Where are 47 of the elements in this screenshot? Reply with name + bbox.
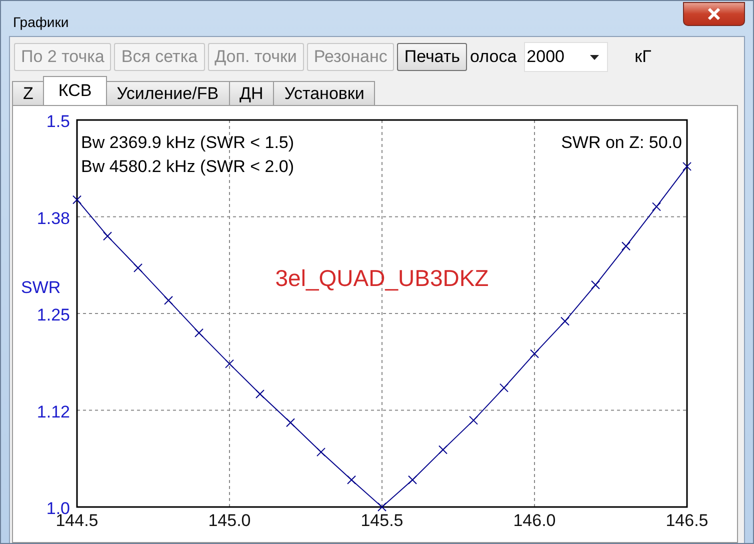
tab[interactable]: Усиление/FB	[106, 81, 230, 105]
y-tick-label: 1.12	[36, 402, 70, 422]
y-axis-label: SWR	[21, 278, 61, 297]
data-point-marker	[530, 349, 539, 358]
data-point-marker	[164, 296, 173, 305]
y-tick-label: 1.38	[36, 208, 70, 228]
close-icon	[706, 7, 722, 21]
data-point-marker	[408, 475, 417, 484]
toolbar-button[interactable]: Печать	[397, 43, 468, 71]
tab[interactable]: Z	[12, 81, 44, 105]
data-point-marker	[194, 328, 204, 338]
y-tick-label: 1.5	[46, 112, 70, 131]
data-point-marker	[256, 390, 264, 398]
data-point-marker	[500, 383, 508, 392]
close-button[interactable]	[683, 2, 745, 26]
data-point-marker	[316, 448, 326, 457]
y-tick-label: 1.25	[36, 306, 70, 324]
data-point-marker	[438, 445, 448, 454]
band-dropdown[interactable]: 2000	[524, 42, 608, 72]
caret-icon	[590, 54, 599, 60]
bandwidth-info: Bw 2369.9 kHz (SWR < 1.5)	[81, 133, 294, 152]
bandwidth-info: Bw 4580.2 kHz (SWR < 2.0)	[81, 157, 294, 176]
data-point-marker	[591, 280, 600, 290]
antenna-name: 3el_QUAD_UB3DKZ	[275, 265, 489, 291]
unit-label: кГ	[634, 47, 652, 67]
x-tick-label: 145.5	[360, 511, 404, 530]
tab[interactable]: ДН	[228, 81, 274, 105]
tab[interactable]: КСВ	[43, 76, 107, 105]
tab[interactable]: Установки	[273, 81, 376, 105]
x-tick-label: 145.0	[208, 511, 251, 530]
window-title: Графики	[13, 14, 69, 30]
x-tick-label: 146.0	[513, 511, 556, 530]
data-point-marker	[134, 263, 142, 272]
reference-impedance: SWR on Z: 50.0	[561, 133, 682, 152]
data-point-marker	[347, 475, 356, 484]
data-point-marker	[469, 416, 478, 425]
data-point-marker	[652, 202, 661, 212]
data-point-marker	[103, 232, 112, 241]
data-point-marker	[378, 502, 386, 512]
data-point-marker	[72, 195, 82, 204]
data-point-marker	[225, 359, 234, 368]
x-tick-label: 146.5	[666, 511, 708, 530]
data-point-marker	[560, 316, 570, 326]
data-point-marker	[286, 418, 295, 428]
data-point-marker	[622, 242, 630, 251]
band-label: олоса	[470, 47, 517, 67]
data-point-marker	[682, 162, 692, 171]
